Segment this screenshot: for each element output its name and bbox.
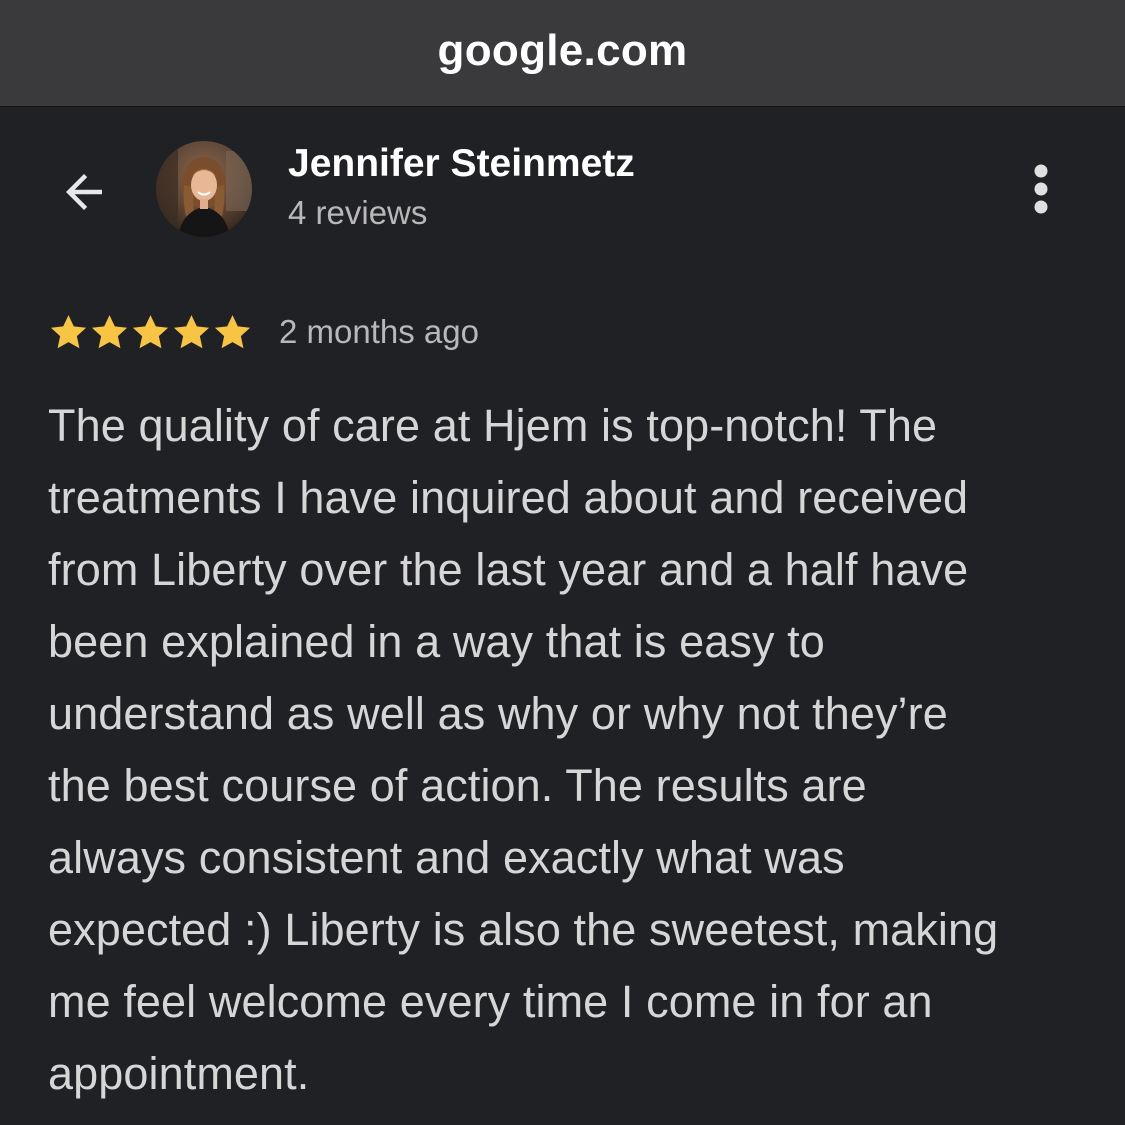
more-options-button[interactable] bbox=[1016, 158, 1066, 224]
review-text-line: understand as well as why or why not the… bbox=[48, 688, 948, 739]
arrow-left-icon bbox=[66, 174, 102, 210]
review-text: The quality of care at Hjem is top-notch… bbox=[48, 390, 1088, 1110]
review-screen: google.com Jennifer Steinmetz 4 reviews … bbox=[0, 0, 1125, 1125]
star-icon bbox=[91, 314, 128, 348]
review-text-line: appointment. bbox=[48, 1048, 310, 1099]
reviewer-name[interactable]: Jennifer Steinmetz bbox=[288, 142, 635, 186]
review-time: 2 months ago bbox=[279, 313, 479, 350]
review-text-line: me feel welcome every time I come in for… bbox=[48, 976, 933, 1027]
more-vertical-icon bbox=[1034, 164, 1048, 214]
browser-url-bar[interactable]: google.com bbox=[0, 0, 1125, 107]
star-icon bbox=[132, 314, 169, 348]
review-text-line: always consistent and exactly what was bbox=[48, 832, 845, 883]
review-text-line: expected :) Liberty is also the sweetest… bbox=[48, 904, 999, 955]
reviewer-avatar[interactable] bbox=[156, 141, 252, 237]
star-icon bbox=[214, 314, 251, 348]
rating-row: 2 months ago bbox=[48, 306, 479, 358]
review-count: 4 reviews bbox=[288, 194, 428, 231]
url-text: google.com bbox=[437, 26, 688, 75]
star-rating bbox=[48, 312, 253, 353]
review-text-line: treatments I have inquired about and rec… bbox=[48, 472, 969, 523]
review-text-line: from Liberty over the last year and a ha… bbox=[48, 544, 969, 595]
star-icon bbox=[173, 314, 210, 348]
review-text-line: been explained in a way that is easy to bbox=[48, 616, 825, 667]
star-icon bbox=[50, 314, 87, 348]
avatar-image bbox=[156, 141, 252, 237]
review-text-line: the best course of action. The results a… bbox=[48, 760, 867, 811]
review-text-line: The quality of care at Hjem is top-notch… bbox=[48, 400, 938, 451]
back-button[interactable] bbox=[52, 160, 116, 224]
